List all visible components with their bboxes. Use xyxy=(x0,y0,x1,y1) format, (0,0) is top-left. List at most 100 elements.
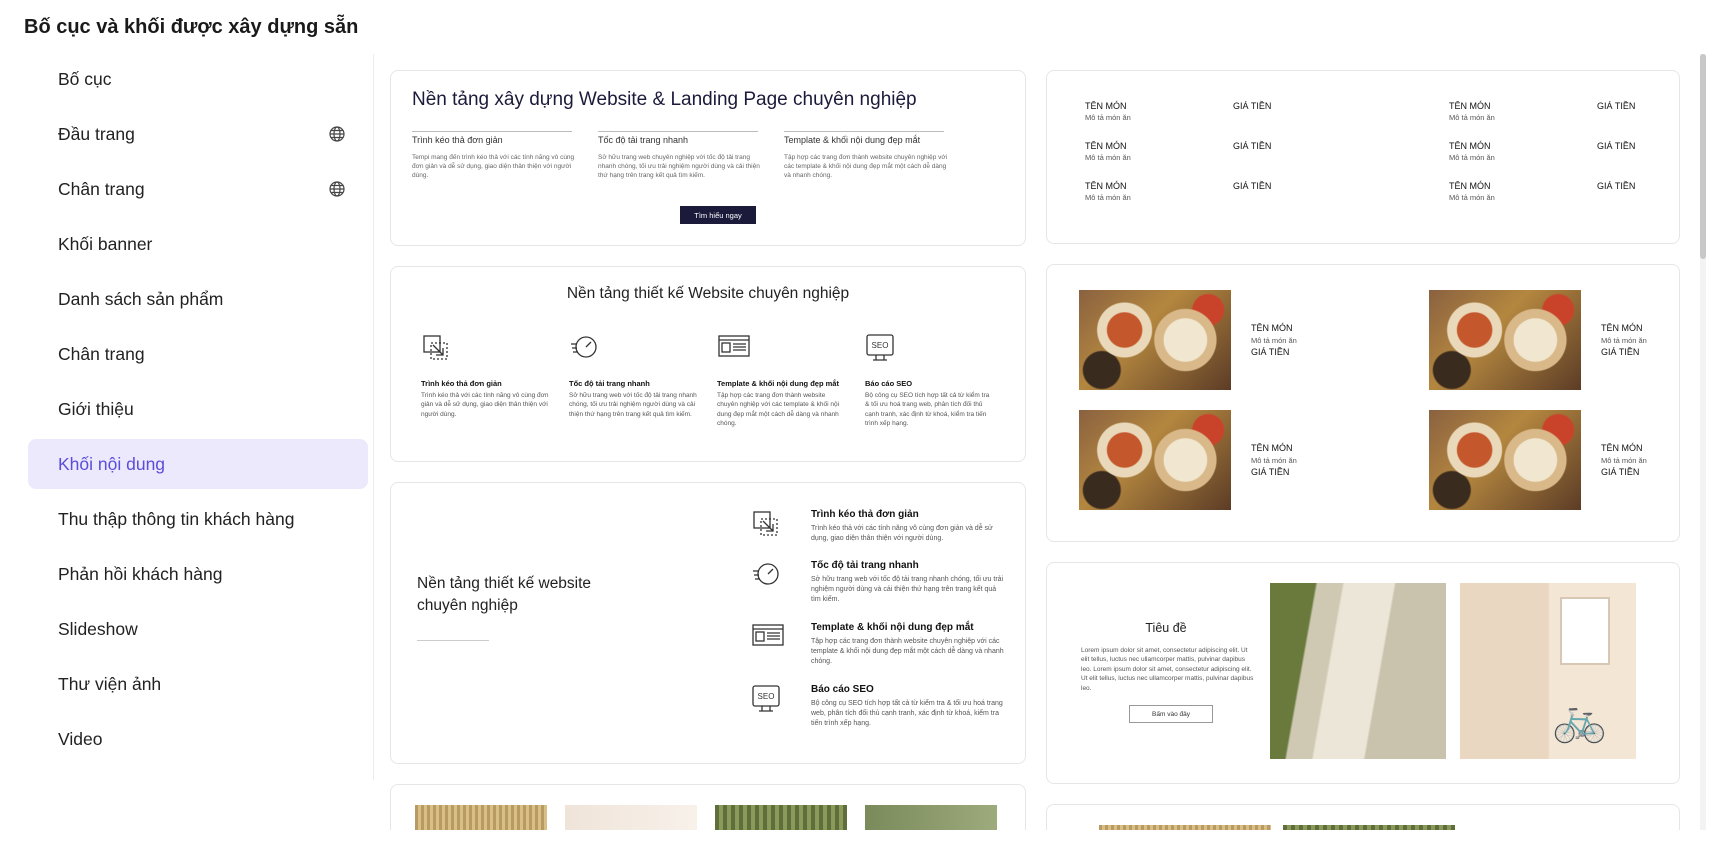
svg-text:SEO: SEO xyxy=(872,341,889,350)
heading-underline xyxy=(417,640,489,641)
blog-image: 🚲 xyxy=(1460,583,1636,759)
sidebar-item-label: Danh sách sản phẩm xyxy=(58,288,224,309)
template-icon xyxy=(751,622,785,653)
sidebar-item-label: Slideshow xyxy=(58,618,138,639)
sidebar-item-4[interactable]: Khối banner xyxy=(28,219,368,269)
sidebar-item-1[interactable]: Bố cục xyxy=(28,54,368,104)
sidebar-item-label: Thu thập thông tin khách hàng xyxy=(58,508,295,529)
sidebar-item-label: Thư viện ảnh xyxy=(58,673,162,694)
template-card-gallery-row[interactable] xyxy=(390,784,1026,830)
sidebar-item-9[interactable]: Thu thập thông tin khách hàng xyxy=(28,494,368,544)
speedometer-icon xyxy=(569,333,599,366)
sidebar-divider xyxy=(373,54,374,780)
sidebar-item-label: Bố cục xyxy=(58,68,112,89)
gallery-image xyxy=(1099,825,1271,830)
feature-rule xyxy=(412,131,572,132)
card-heading: Nền tảng thiết kế Website chuyên nghiệp xyxy=(566,285,850,302)
sidebar-item-5[interactable]: Danh sách sản phẩm xyxy=(28,274,368,324)
sidebar-item-12[interactable]: Thư viện ảnh xyxy=(28,659,368,709)
drag-drop-icon xyxy=(751,509,779,542)
blog-image xyxy=(1270,583,1446,759)
svg-text:SEO: SEO xyxy=(758,692,775,701)
sidebar-item-3[interactable]: Chân trang xyxy=(28,164,368,214)
food-image xyxy=(1429,290,1581,390)
feature-title: Trình kéo thả đơn giản xyxy=(811,509,919,520)
click-here-button[interactable]: Bấm vào đây xyxy=(1129,705,1213,723)
sidebar-item-label: Chân trang xyxy=(58,343,145,364)
feature-text: Trình kéo thả với các tính năng vô cùng … xyxy=(811,525,993,543)
template-card-image-text[interactable]: Tiêu đề Lorem ipsum dolor sit amet, cons… xyxy=(1046,562,1680,784)
drag-drop-icon xyxy=(421,333,449,366)
food-item-name: TÊN MÓN xyxy=(1601,443,1643,453)
gallery-image xyxy=(415,805,547,830)
food-item-name: TÊN MÓN xyxy=(1251,443,1293,453)
feature-title: Template & khối nội dung đẹp mắt xyxy=(811,622,974,633)
feature-text: Sở hữu trang web với tốc độ tải trang nh… xyxy=(811,576,1004,604)
template-card-features-icons[interactable]: Nền tảng thiết kế Website chuyên nghiệp … xyxy=(390,266,1026,462)
food-item-desc: Mô tả món ăn xyxy=(1601,456,1647,465)
card-heading: Nền tảng xây dựng Website & Landing Page… xyxy=(412,89,917,110)
template-card-partial[interactable] xyxy=(1046,804,1680,830)
sidebar-item-11[interactable]: Slideshow xyxy=(28,604,368,654)
learn-more-button[interactable]: Tìm hiểu ngay xyxy=(680,206,756,224)
template-gallery: Nền tảng xây dựng Website & Landing Page… xyxy=(388,54,1688,830)
menu-item-name: TÊN MÓN xyxy=(1449,181,1491,191)
feature-text: Tempi mang đến trình kéo thả với các tín… xyxy=(412,154,575,180)
sidebar-item-label: Video xyxy=(58,728,103,749)
sidebar-item-label: Khối banner xyxy=(58,233,153,254)
speedometer-icon xyxy=(751,560,781,593)
feature-title: Trình kéo thả đơn giản xyxy=(412,135,503,145)
feature-title: Tốc độ tải trang nhanh xyxy=(811,560,919,571)
feature-rule xyxy=(598,131,758,132)
menu-item-desc: Mô tả món ăn xyxy=(1085,153,1131,162)
food-item-desc: Mô tả món ăn xyxy=(1251,456,1297,465)
sidebar-item-10[interactable]: Phản hồi khách hàng xyxy=(28,549,368,599)
feature-text: Sở hữu trang web chuyên nghiệp với tốc đ… xyxy=(598,154,760,180)
globe-icon[interactable] xyxy=(328,180,346,198)
food-item-price: GIÁ TIỀN xyxy=(1601,467,1640,477)
gallery-image xyxy=(865,805,997,830)
menu-item-name: TÊN MÓN xyxy=(1449,101,1491,111)
feature-text: Tập hợp các trang đơn thành website chuy… xyxy=(784,154,948,180)
template-card-menu-list[interactable]: TÊN MÓN Mô tả món ăn GIÁ TIỀN TÊN MÓN Mô tả … xyxy=(1046,70,1680,244)
menu-item-price: GIÁ TIỀN xyxy=(1233,101,1272,111)
food-item-price: GIÁ TIỀN xyxy=(1601,347,1640,357)
food-item-desc: Mô tả món ăn xyxy=(1251,336,1297,345)
blog-text: Lorem ipsum dolor sit amet, consectetur … xyxy=(1081,647,1254,692)
template-card-features-list[interactable]: Nền tảng thiết kế website chuyên nghiệp … xyxy=(390,482,1026,764)
food-item-price: GIÁ TIỀN xyxy=(1251,347,1290,357)
page-title: Bố cục và khối được xây dựng sẵn xyxy=(24,16,359,38)
feature-title: Tốc độ tải trang nhanh xyxy=(598,135,689,145)
menu-item-price: GIÁ TIỀN xyxy=(1233,141,1272,151)
menu-item-desc: Mô tả món ăn xyxy=(1085,113,1131,122)
sidebar-item-label: Phản hồi khách hàng xyxy=(58,563,223,584)
menu-item-price: GIÁ TIỀN xyxy=(1597,141,1636,151)
menu-item-desc: Mô tả món ăn xyxy=(1449,113,1495,122)
sidebar-item-label: Khối nội dung xyxy=(58,453,166,474)
sidebar-item-13[interactable]: Video xyxy=(28,714,368,764)
sidebar-item-6[interactable]: Chân trang xyxy=(28,329,368,379)
template-card-food-grid[interactable]: TÊN MÓN Mô tả món ăn GIÁ TIỀN TÊN MÓN Mô tả … xyxy=(1046,264,1680,542)
gallery-image xyxy=(715,805,847,830)
feature-title: Template & khối nội dung đẹp mắt xyxy=(717,379,839,388)
sidebar-item-8[interactable]: Khối nội dung xyxy=(28,439,368,489)
food-item-price: GIÁ TIỀN xyxy=(1251,467,1290,477)
scrollbar-thumb[interactable] xyxy=(1700,54,1706,259)
sidebar-item-2[interactable]: Đầu trang xyxy=(28,109,368,159)
food-image xyxy=(1429,410,1581,510)
menu-item-name: TÊN MÓN xyxy=(1085,141,1127,151)
sidebar: Bố cục Đầu trang Chân trang Khối banner Danh… xyxy=(28,54,368,769)
globe-icon[interactable] xyxy=(328,125,346,143)
feature-title: Tốc độ tải trang nhanh xyxy=(569,379,650,388)
menu-item-desc: Mô tả món ăn xyxy=(1449,193,1495,202)
feature-title: Template & khối nội dung đẹp mắt xyxy=(784,135,921,145)
gallery-image xyxy=(1283,825,1455,830)
feature-text: Trình kéo thả với các tính năng vô cùng … xyxy=(421,392,549,418)
sidebar-item-7[interactable]: Giới thiệu xyxy=(28,384,368,434)
menu-item-price: GIÁ TIỀN xyxy=(1233,181,1272,191)
template-card-hero-three-columns[interactable]: Nền tảng xây dựng Website & Landing Page… xyxy=(390,70,1026,246)
blog-heading: Tiêu đề xyxy=(1145,621,1187,635)
food-item-desc: Mô tả món ăn xyxy=(1601,336,1647,345)
bicycle-icon: 🚲 xyxy=(1552,695,1607,744)
feature-text: Tập hợp các trang đơn thành website chuy… xyxy=(811,638,1004,666)
